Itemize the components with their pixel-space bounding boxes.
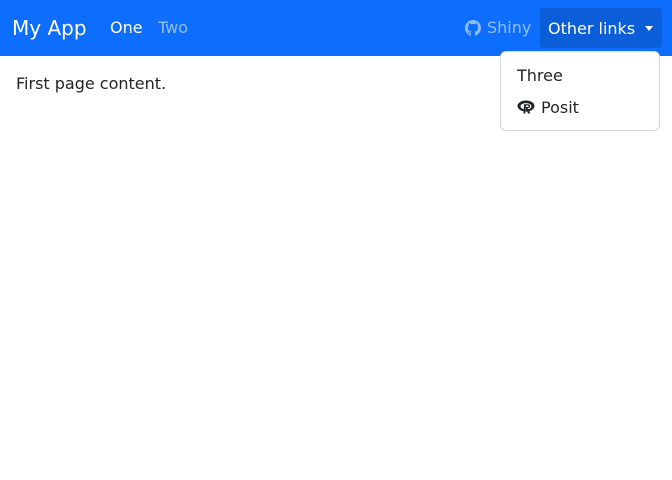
nav-link-one[interactable]: One xyxy=(110,16,143,40)
nav-link-shiny-label: Shiny xyxy=(487,18,532,37)
dropdown-item-three[interactable]: Three xyxy=(517,63,563,87)
other-links-dropdown-toggle[interactable]: Other links xyxy=(540,8,662,48)
navbar: My App One Two Shiny Other links xyxy=(0,0,672,56)
app-title[interactable]: My App xyxy=(12,14,87,42)
r-project-icon xyxy=(517,99,535,115)
nav-link-two[interactable]: Two xyxy=(158,16,188,40)
caret-down-icon xyxy=(645,25,654,31)
nav-link-shiny[interactable]: Shiny xyxy=(465,16,531,40)
other-links-dropdown-menu: Three Posit xyxy=(500,51,660,131)
dropdown-item-posit-label: Posit xyxy=(541,97,579,117)
page-content-text: First page content. xyxy=(16,74,167,93)
other-links-label: Other links xyxy=(548,18,636,38)
github-icon xyxy=(465,20,481,36)
dropdown-item-posit[interactable]: Posit xyxy=(517,95,579,119)
dropdown-item-three-label: Three xyxy=(517,65,563,85)
